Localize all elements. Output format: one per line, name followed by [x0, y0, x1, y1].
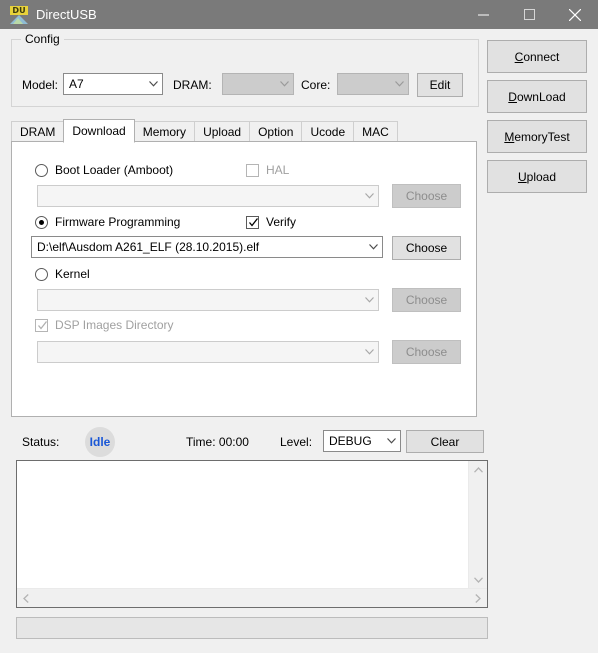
download-label: ownLoad — [516, 89, 566, 104]
minimize-icon[interactable] — [460, 0, 506, 29]
scroll-left-icon[interactable] — [17, 589, 35, 607]
hal-checkbox[interactable] — [246, 163, 259, 177]
chevron-down-icon — [360, 290, 378, 310]
tab-download[interactable]: Download — [63, 119, 135, 143]
window-controls — [460, 0, 598, 29]
tab-ucode[interactable]: Ucode — [301, 121, 355, 142]
directusb-window: DU DirectUSB Config Model: A7 DRAM: Core… — [0, 0, 598, 653]
dram-combobox[interactable] — [222, 73, 294, 95]
upload-accel: U — [517, 169, 527, 184]
bootloader-choose-button[interactable]: Choose — [392, 184, 461, 208]
kernel-label: Kernel — [55, 267, 90, 281]
clear-button[interactable]: Clear — [406, 430, 484, 453]
scroll-down-icon[interactable] — [469, 571, 487, 589]
chevron-down-icon — [390, 74, 408, 94]
level-value: DEBUG — [329, 434, 372, 448]
chevron-down-icon — [275, 74, 293, 94]
title-bar: DU DirectUSB — [0, 0, 598, 29]
bootloader-radio-row[interactable]: Boot Loader (Amboot) — [35, 163, 173, 177]
bootloader-label: Boot Loader (Amboot) — [55, 163, 174, 177]
maximize-icon[interactable] — [506, 0, 552, 29]
model-combobox[interactable]: A7 — [63, 73, 163, 95]
firmware-radio-row[interactable]: Firmware Programming — [35, 215, 180, 229]
close-icon[interactable] — [552, 0, 598, 29]
verify-checkbox-row[interactable]: Verify — [246, 215, 296, 229]
level-combobox[interactable]: DEBUG — [323, 430, 401, 452]
level-label: Level: — [280, 435, 313, 449]
kernel-radio-row[interactable]: Kernel — [35, 267, 90, 281]
chevron-down-icon — [360, 186, 378, 206]
scroll-up-icon[interactable] — [469, 461, 487, 479]
firmware-path-value: D:\elf\Ausdom A261_ELF (28.10.2015).elf — [37, 240, 260, 254]
core-label: Core: — [301, 78, 331, 92]
tab-option[interactable]: Option — [249, 121, 303, 142]
upload-button[interactable]: Upload — [487, 160, 587, 193]
progress-bar — [16, 617, 488, 639]
memorytest-button[interactable]: MemoryTest — [487, 120, 587, 153]
dsp-checkbox[interactable] — [35, 318, 48, 332]
chevron-down-icon — [144, 74, 162, 94]
model-label: Model: — [22, 78, 59, 92]
log-text[interactable] — [17, 461, 469, 589]
bootloader-radio[interactable] — [35, 163, 48, 177]
tab-dram[interactable]: DRAM — [11, 121, 65, 142]
connect-button[interactable]: Connect — [487, 40, 587, 73]
tab-mac[interactable]: MAC — [353, 121, 398, 142]
dsp-label: DSP Images Directory — [55, 318, 174, 332]
tab-strip: DRAM Download Memory Upload Option Ucode… — [11, 119, 398, 143]
hal-checkbox-row[interactable]: HAL — [246, 163, 289, 177]
status-badge: Idle — [85, 427, 115, 457]
core-combobox[interactable] — [337, 73, 409, 95]
status-label: Status: — [22, 435, 60, 449]
dram-label: DRAM: — [173, 78, 212, 92]
firmware-choose-button[interactable]: Choose — [392, 236, 461, 260]
log-horizontal-scrollbar[interactable] — [17, 588, 487, 607]
hal-label: HAL — [266, 163, 290, 177]
tab-memory[interactable]: Memory — [133, 121, 196, 142]
model-value: A7 — [69, 77, 84, 91]
chevron-down-icon — [364, 237, 382, 257]
firmware-label: Firmware Programming — [55, 215, 181, 229]
log-vertical-scrollbar[interactable] — [468, 461, 487, 589]
log-output-box — [16, 460, 488, 608]
window-title: DirectUSB — [36, 7, 97, 22]
memorytest-accel: M — [504, 129, 515, 144]
edit-button[interactable]: Edit — [417, 73, 463, 97]
checkmark-icon — [38, 320, 48, 330]
scroll-right-icon[interactable] — [469, 589, 487, 607]
firmware-radio[interactable] — [35, 215, 48, 229]
kernel-path-combobox[interactable] — [37, 289, 379, 311]
du-logo-text: DU — [10, 5, 28, 15]
verify-label: Verify — [266, 215, 297, 229]
bootloader-path-combobox[interactable] — [37, 185, 379, 207]
directusb-app-icon: DU — [10, 5, 28, 24]
verify-checkbox[interactable] — [246, 215, 259, 229]
download-button[interactable]: DownLoad — [487, 80, 587, 113]
connect-accel: C — [514, 49, 524, 64]
mountain-inner-icon — [13, 17, 23, 24]
memorytest-label: emoryTest — [514, 129, 570, 144]
chevron-down-icon — [382, 431, 400, 451]
dsp-checkbox-row[interactable]: DSP Images Directory — [35, 318, 173, 332]
firmware-path-combobox[interactable]: D:\elf\Ausdom A261_ELF (28.10.2015).elf — [31, 236, 383, 258]
config-group-title: Config — [21, 32, 64, 46]
download-accel: D — [508, 89, 517, 104]
time-label: Time: 00:00 — [186, 435, 249, 449]
status-value: Idle — [89, 435, 111, 449]
dsp-path-combobox[interactable] — [37, 341, 379, 363]
connect-label: onnect — [523, 49, 560, 64]
upload-label: pload — [526, 169, 557, 184]
kernel-radio[interactable] — [35, 267, 48, 281]
chevron-down-icon — [360, 342, 378, 362]
tab-upload[interactable]: Upload — [194, 121, 251, 142]
kernel-choose-button[interactable]: Choose — [392, 288, 461, 312]
checkmark-icon — [249, 217, 259, 227]
dsp-choose-button[interactable]: Choose — [392, 340, 461, 364]
